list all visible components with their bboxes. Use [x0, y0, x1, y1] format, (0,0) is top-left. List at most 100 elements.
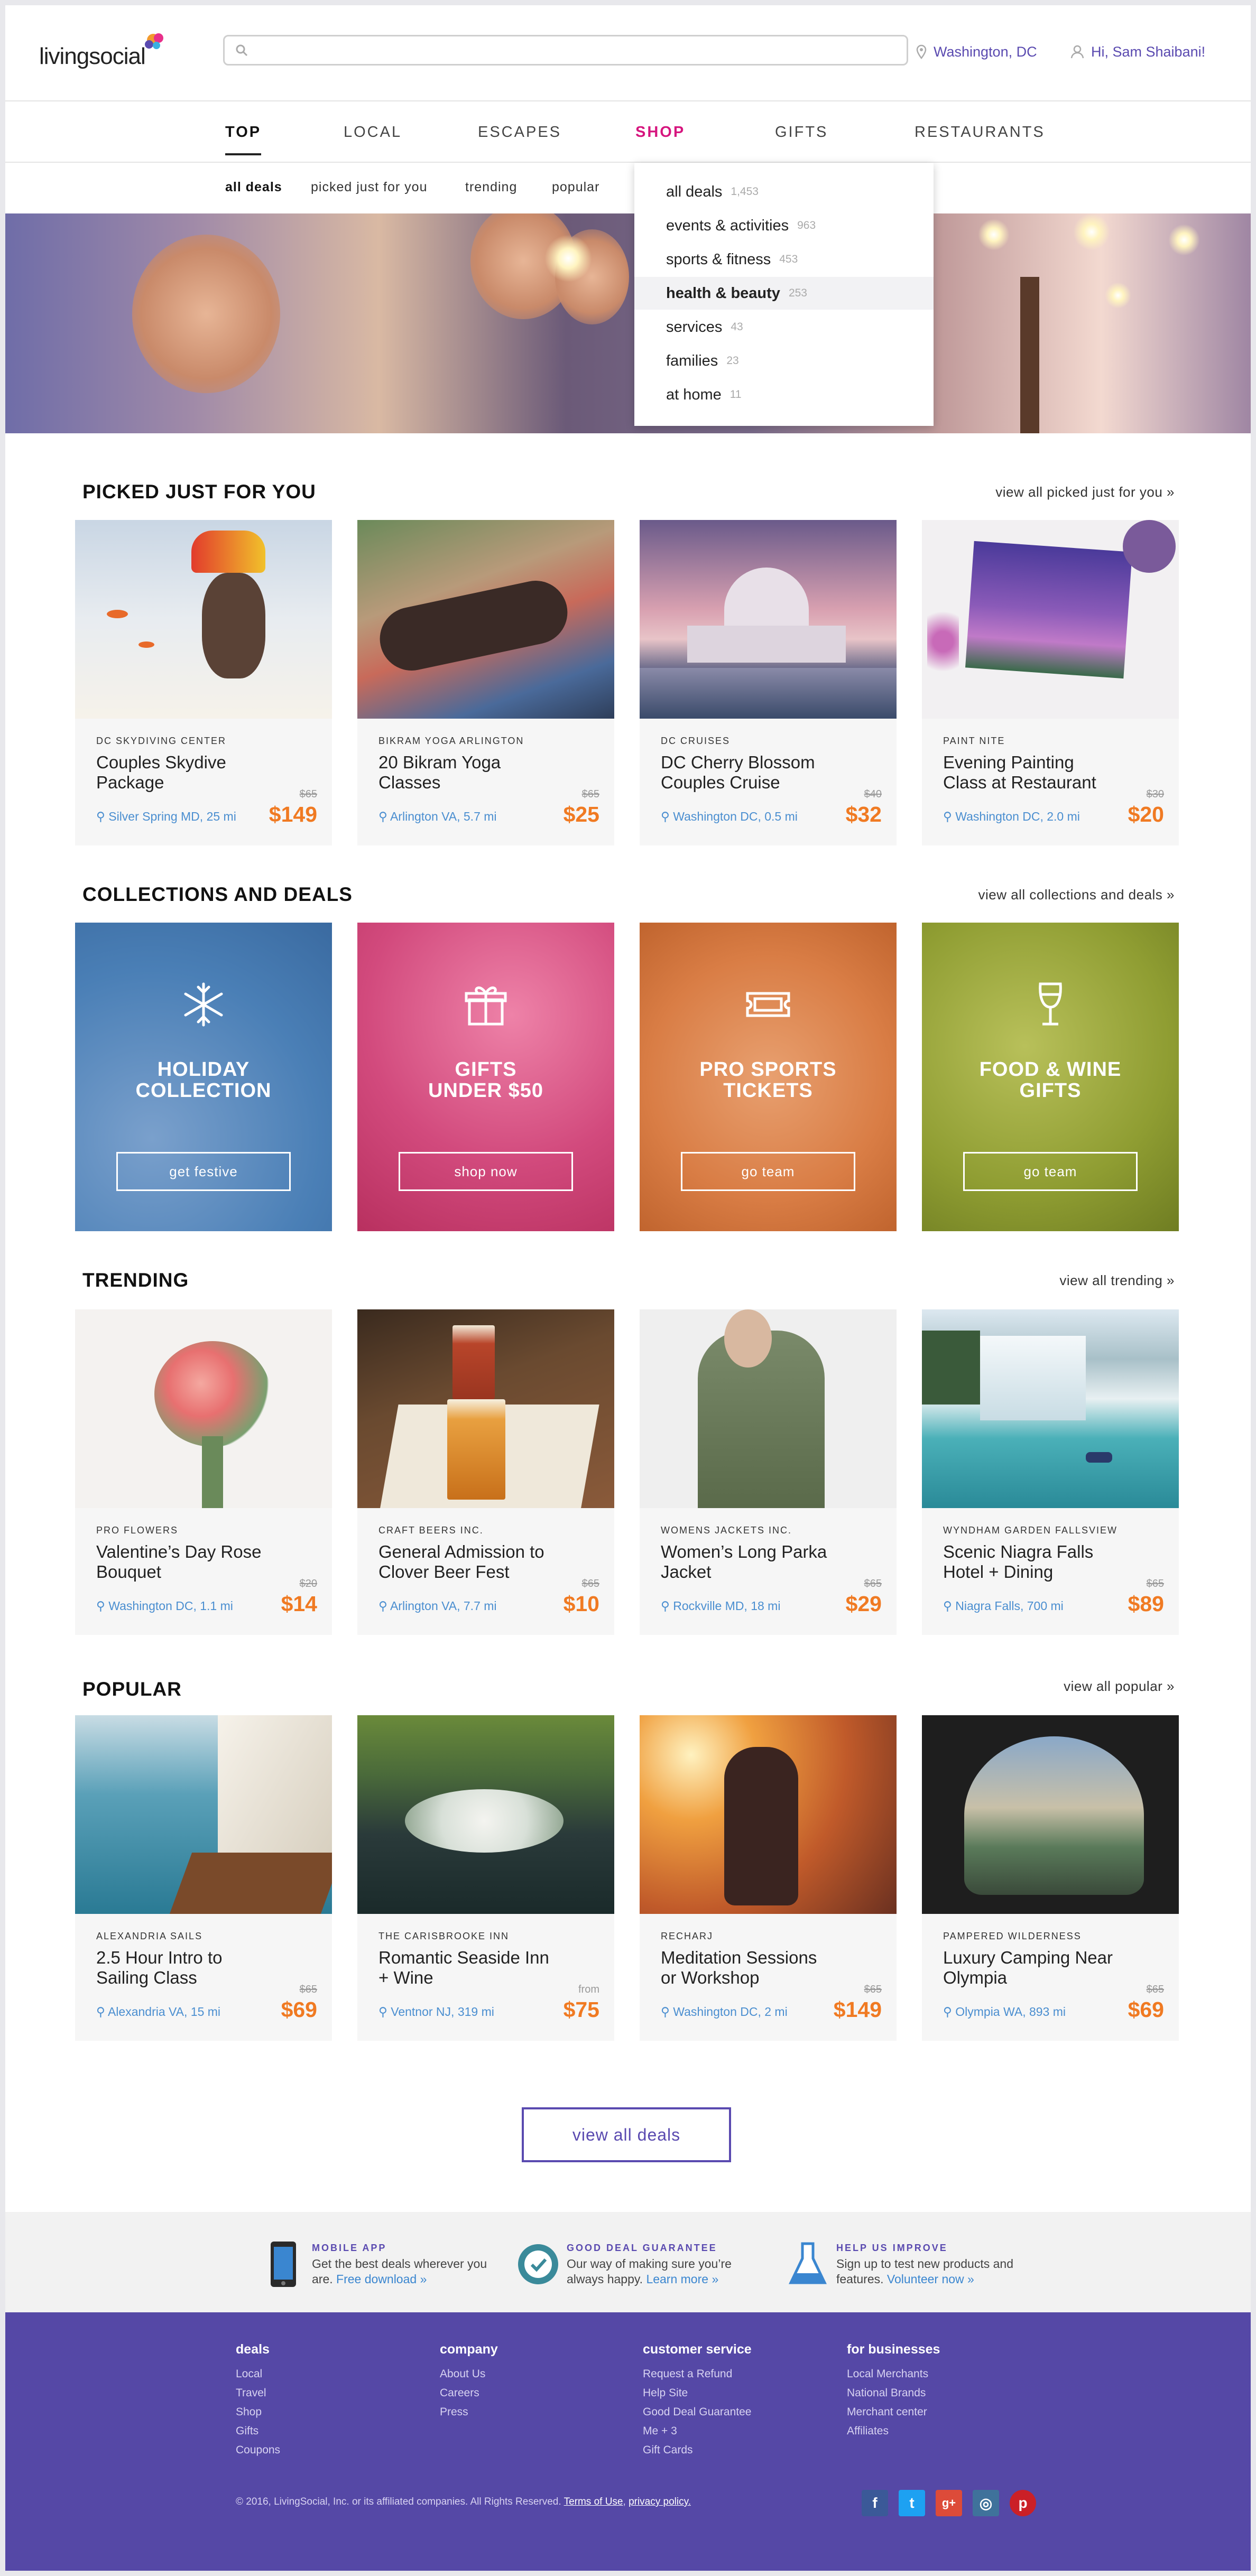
instagram-icon[interactable]: ◎: [973, 2490, 999, 2516]
nav-top[interactable]: TOP: [225, 124, 262, 155]
footer-link[interactable]: Careers: [440, 2384, 630, 2403]
subnav-picked[interactable]: picked just for you: [311, 180, 428, 195]
deal-image-sailing[interactable]: [75, 1715, 332, 1914]
nav-top-label[interactable]: TOP: [225, 124, 261, 141]
deal-image-roses[interactable]: [75, 1309, 332, 1508]
deal-card[interactable]: PAMPERED WILDERNESS Luxury Camping Near …: [922, 1715, 1179, 2041]
subnav-all-deals[interactable]: all deals: [225, 180, 282, 195]
view-all-picked-link[interactable]: view all picked just for you »: [995, 484, 1175, 500]
dropdown-item-label[interactable]: all deals: [666, 183, 722, 201]
logo-text[interactable]: livingsocial: [39, 43, 146, 70]
deal-card[interactable]: ALEXANDRIA SAILS 2.5 Hour Intro to Saili…: [75, 1715, 332, 2041]
twitter-icon[interactable]: t: [899, 2490, 925, 2516]
logo[interactable]: livingsocial: [39, 32, 177, 79]
footer-link[interactable]: Good Deal Guarantee: [643, 2403, 833, 2422]
deal-title[interactable]: Couples Skydive Package: [96, 752, 271, 793]
deal-image-painting[interactable]: [922, 520, 1179, 719]
collection-card-food-wine[interactable]: FOOD & WINE GIFTS go team: [922, 923, 1179, 1231]
user-greeting[interactable]: Hi, Sam Shaibani!: [1091, 44, 1205, 60]
footer-link[interactable]: Affiliates: [847, 2422, 1037, 2441]
deal-image-beer[interactable]: [357, 1309, 614, 1508]
collection-card-gifts[interactable]: GIFTS UNDER $50 shop now: [357, 923, 614, 1231]
location-label[interactable]: Washington, DC: [934, 44, 1037, 60]
deal-image-capitol[interactable]: [640, 520, 897, 719]
dropdown-item[interactable]: sports & fitness 453: [634, 243, 934, 276]
deal-title[interactable]: 20 Bikram Yoga Classes: [378, 752, 553, 793]
deal-title[interactable]: Valentine’s Day Rose Bouquet: [96, 1542, 271, 1582]
privacy-link[interactable]: privacy policy.: [629, 2496, 691, 2507]
dropdown-item-label[interactable]: at home: [666, 386, 722, 404]
nav-shop-label[interactable]: SHOP: [635, 124, 685, 141]
deal-card[interactable]: DC CRUISES DC Cherry Blossom Couples Cru…: [640, 520, 897, 845]
deal-card[interactable]: WOMENS JACKETS INC. Women’s Long Parka J…: [640, 1309, 897, 1635]
footer-link[interactable]: Travel: [236, 2384, 426, 2403]
deal-title[interactable]: Scenic Niagra Falls Hotel + Dining: [943, 1542, 1118, 1582]
footer-link[interactable]: Me + 3: [643, 2422, 833, 2441]
subnav-popular[interactable]: popular: [552, 180, 599, 195]
nav-escapes-label[interactable]: ESCAPES: [478, 124, 561, 141]
location-selector[interactable]: Washington, DC: [916, 41, 1037, 62]
deal-title[interactable]: Meditation Sessions or Workshop: [661, 1948, 835, 1988]
nav-restaurants[interactable]: RESTAURANTS: [915, 124, 1045, 141]
deal-title[interactable]: Evening Painting Class at Restaurant: [943, 752, 1118, 793]
deal-title[interactable]: General Admission to Clover Beer Fest: [378, 1542, 553, 1582]
dropdown-item-label[interactable]: events & activities: [666, 217, 789, 235]
view-all-deals-button[interactable]: view all deals: [522, 2107, 731, 2162]
view-all-trending-link[interactable]: view all trending »: [1059, 1272, 1175, 1289]
collection-card-sports[interactable]: PRO SPORTS TICKETS go team: [640, 923, 897, 1231]
dropdown-item[interactable]: at home 11: [634, 378, 934, 411]
terms-link[interactable]: Terms of Use: [564, 2496, 623, 2507]
nav-gifts-label[interactable]: GIFTS: [775, 124, 828, 141]
learn-more-link[interactable]: Learn more »: [646, 2272, 718, 2286]
nav-local[interactable]: LOCAL: [344, 124, 402, 141]
deal-title[interactable]: Women’s Long Parka Jacket: [661, 1542, 835, 1582]
nav-restaurants-label[interactable]: RESTAURANTS: [915, 124, 1045, 141]
nav-gifts[interactable]: GIFTS: [775, 124, 828, 141]
deal-image-yoga[interactable]: [357, 520, 614, 719]
dropdown-item-label[interactable]: services: [666, 319, 722, 336]
nav-shop[interactable]: SHOP: [635, 124, 685, 141]
deal-card[interactable]: PRO FLOWERS Valentine’s Day Rose Bouquet…: [75, 1309, 332, 1635]
footer-link[interactable]: About Us: [440, 2365, 630, 2384]
deal-card[interactable]: PAINT NITE Evening Painting Class at Res…: [922, 520, 1179, 845]
footer-link[interactable]: Gifts: [236, 2422, 426, 2441]
deal-card[interactable]: RECHARJ Meditation Sessions or Workshop …: [640, 1715, 897, 2041]
go-team-button[interactable]: go team: [963, 1152, 1138, 1191]
subnav-trending[interactable]: trending: [465, 180, 517, 195]
free-download-link[interactable]: Free download »: [336, 2272, 427, 2286]
dropdown-item-label[interactable]: sports & fitness: [666, 251, 771, 268]
footer-link[interactable]: Request a Refund: [643, 2365, 833, 2384]
facebook-icon[interactable]: f: [862, 2490, 888, 2516]
user-menu[interactable]: Hi, Sam Shaibani!: [1070, 41, 1205, 62]
deal-image-camping[interactable]: [922, 1715, 1179, 1914]
footer-link[interactable]: Local: [236, 2365, 426, 2384]
footer-link[interactable]: Coupons: [236, 2441, 426, 2460]
volunteer-link[interactable]: Volunteer now »: [887, 2272, 974, 2286]
deal-image-parka[interactable]: [640, 1309, 897, 1508]
deal-card[interactable]: THE CARISBROOKE INN Romantic Seaside Inn…: [357, 1715, 614, 2041]
footer-link[interactable]: Gift Cards: [643, 2441, 833, 2460]
shop-now-button[interactable]: shop now: [399, 1152, 573, 1191]
deal-image-seaside[interactable]: [357, 1715, 614, 1914]
deal-card[interactable]: WYNDHAM GARDEN FALLSVIEW Scenic Niagra F…: [922, 1309, 1179, 1635]
view-all-popular-link[interactable]: view all popular »: [1064, 1678, 1175, 1695]
dropdown-item-hovered[interactable]: health & beauty 253: [634, 277, 934, 310]
nav-escapes[interactable]: ESCAPES: [478, 124, 561, 141]
deal-card[interactable]: DC SKYDIVING CENTER Couples Skydive Pack…: [75, 520, 332, 845]
view-all-collections-link[interactable]: view all collections and deals »: [978, 887, 1175, 903]
dropdown-item[interactable]: all deals 1,453: [634, 175, 934, 208]
footer-link[interactable]: Shop: [236, 2403, 426, 2422]
footer-link[interactable]: National Brands: [847, 2384, 1037, 2403]
nav-local-label[interactable]: LOCAL: [344, 124, 402, 141]
deal-title[interactable]: DC Cherry Blossom Couples Cruise: [661, 752, 835, 793]
dropdown-item[interactable]: services 43: [634, 311, 934, 343]
dropdown-item-label[interactable]: families: [666, 352, 718, 370]
deal-title[interactable]: Romantic Seaside Inn + Wine: [378, 1948, 553, 1988]
deal-image-meditation[interactable]: [640, 1715, 897, 1914]
search-bar[interactable]: [223, 35, 908, 66]
deal-card[interactable]: CRAFT BEERS INC. General Admission to Cl…: [357, 1309, 614, 1635]
dropdown-item-label[interactable]: health & beauty: [666, 285, 780, 302]
footer-link[interactable]: Local Merchants: [847, 2365, 1037, 2384]
deal-card[interactable]: BIKRAM YOGA ARLINGTON 20 Bikram Yoga Cla…: [357, 520, 614, 845]
footer-link[interactable]: Help Site: [643, 2384, 833, 2403]
